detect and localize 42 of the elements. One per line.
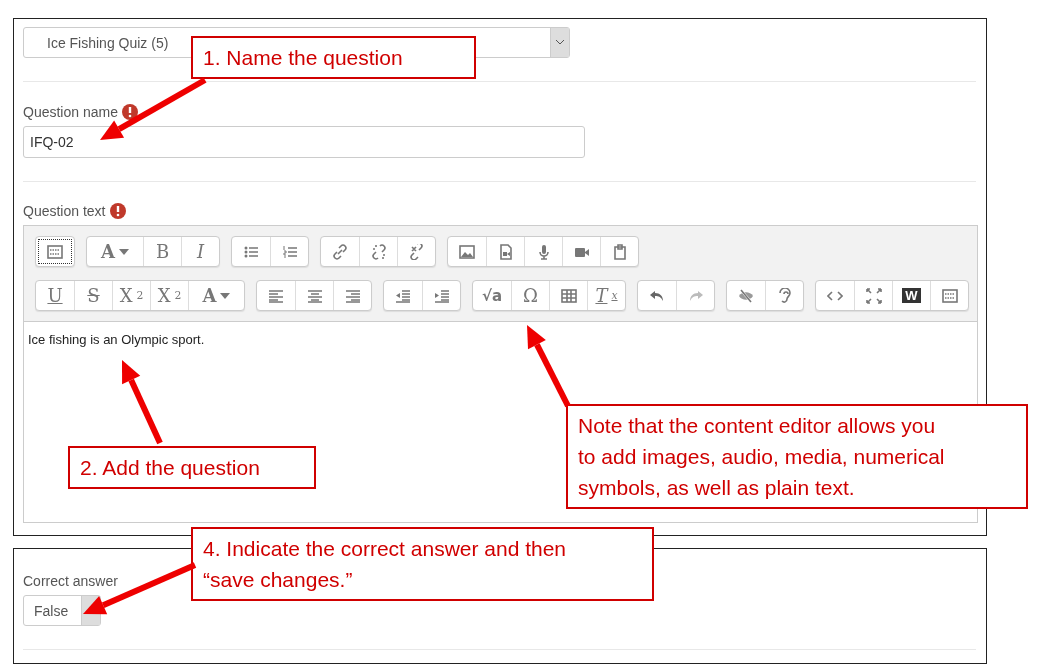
answer-select[interactable]: False — [23, 595, 101, 626]
broken-link-icon — [408, 243, 425, 260]
eye-off-icon — [738, 287, 754, 304]
callout-note: 2. Add the question — [68, 446, 316, 489]
format-button[interactable]: U — [36, 281, 74, 310]
keyboard-icon — [941, 287, 958, 304]
table-icon — [560, 287, 577, 304]
align-right-icon — [344, 287, 361, 304]
toolbar-button[interactable] — [36, 237, 74, 266]
format-button[interactable]: S — [74, 281, 112, 310]
caret-icon — [220, 292, 231, 299]
format-button[interactable]: Ω — [511, 281, 549, 310]
expand-icon — [865, 287, 882, 304]
font-dropdown-button[interactable]: A — [87, 237, 143, 266]
field-label: Correct answer — [23, 573, 118, 589]
format-button[interactable]: B — [143, 237, 181, 266]
caret-icon — [119, 248, 129, 255]
format-button[interactable]: X$^{2}$ — [150, 281, 188, 310]
align-center-icon — [306, 287, 323, 304]
paste-from-word-button[interactable]: W — [892, 281, 930, 310]
link-icon — [332, 243, 348, 260]
align-left-icon — [268, 287, 284, 304]
clipboard-icon — [611, 243, 628, 260]
format-button[interactable]: √a — [473, 281, 511, 310]
chevron-down-icon — [556, 40, 564, 45]
callout-note: 1. Name the question — [191, 36, 476, 79]
field-label: Question name — [23, 104, 118, 120]
image-icon — [459, 243, 475, 260]
field-label: Question text — [23, 203, 106, 219]
editor-text: Ice fishing is an Olympic sport. — [28, 332, 205, 347]
broken-link-icon — [370, 243, 387, 260]
media-file-icon — [497, 243, 514, 260]
format-button[interactable]: I — [181, 237, 219, 266]
numbered-list-icon — [281, 243, 298, 260]
font-dropdown-button[interactable]: A — [188, 281, 244, 310]
keyboard-toggle-icon — [47, 243, 63, 260]
outdent-icon — [395, 287, 411, 304]
callout-note: 4. Indicate the correct answer and then “save changes.” — [191, 527, 654, 601]
callout-note: Note that the content editor allows you to add images, audio, media, numerical symbols, as well as plain text. — [566, 404, 1028, 509]
ear-icon — [776, 287, 793, 304]
indent-icon — [433, 287, 450, 304]
question-name-field[interactable]: IFQ-02 — [23, 126, 585, 158]
